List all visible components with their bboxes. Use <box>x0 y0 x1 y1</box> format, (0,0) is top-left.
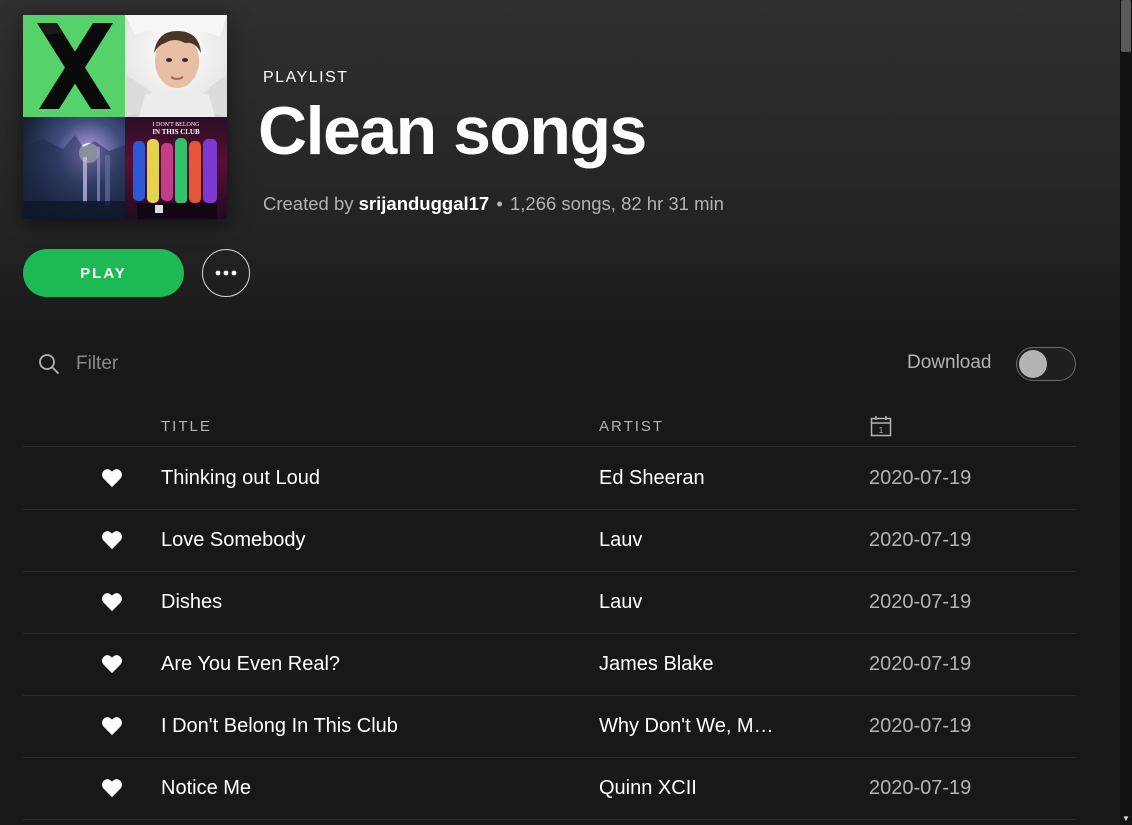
track-artist[interactable]: Quinn XCII <box>599 777 697 800</box>
artist-portrait-cover <box>125 15 227 117</box>
track-title[interactable]: Notice Me <box>161 777 251 800</box>
playlist-meta: Created by srijanduggal17 • 1,266 songs,… <box>263 193 724 215</box>
track-artist[interactable]: James Blake <box>599 653 714 676</box>
album-x-cover <box>23 15 125 117</box>
column-header-date-added[interactable]: 1 <box>870 415 892 437</box>
club-cover-text-line2: IN THIS CLUB <box>152 128 200 136</box>
search-icon <box>39 354 59 374</box>
track-row[interactable]: Thinking out Loud Ed Sheeran 2020-07-19 <box>23 448 1076 510</box>
track-date-added: 2020-07-19 <box>869 591 972 613</box>
download-toggle[interactable] <box>1016 347 1076 381</box>
owner-link[interactable]: srijanduggal17 <box>359 193 490 214</box>
track-row[interactable]: Notice Me Quinn XCII 2020-07-19 <box>23 758 1076 820</box>
scrollbar[interactable]: ▼ <box>1120 0 1132 825</box>
heart-icon[interactable] <box>101 468 123 488</box>
heart-icon[interactable] <box>101 654 123 674</box>
album-club-cover: I DON'T BELONG IN THIS CLUB <box>125 117 227 219</box>
track-date-added: 2020-07-19 <box>869 715 972 737</box>
playlist-stats: 1,266 songs, 82 hr 31 min <box>509 193 724 214</box>
heart-icon[interactable] <box>101 530 123 550</box>
album-lake-cover <box>23 117 125 219</box>
playlist-type-label: PLAYLIST <box>263 69 349 86</box>
page-title: Clean songs <box>258 93 647 169</box>
track-row[interactable]: Dishes Lauv 2020-07-19 <box>23 572 1076 634</box>
track-date-added: 2020-07-19 <box>869 777 972 799</box>
more-horizontal-icon <box>215 270 237 276</box>
download-toggle-knob <box>1019 350 1047 378</box>
track-title[interactable]: Are You Even Real? <box>161 653 340 676</box>
track-date-added: 2020-07-19 <box>869 529 972 551</box>
meta-separator: • <box>496 193 503 214</box>
play-button[interactable]: PLAY <box>23 249 184 297</box>
track-date-added: 2020-07-19 <box>869 653 972 675</box>
tracklist: Thinking out Loud Ed Sheeran 2020-07-19 … <box>23 448 1076 820</box>
filter-box[interactable] <box>38 350 276 378</box>
track-title[interactable]: Thinking out Loud <box>161 467 320 490</box>
track-title[interactable]: I Don't Belong In This Club <box>161 715 398 738</box>
heart-icon[interactable] <box>101 778 123 798</box>
filter-input[interactable] <box>76 353 276 375</box>
created-by-prefix: Created by <box>263 193 354 214</box>
playlist-page: I DON'T BELONG IN THIS CLUB PLAYLIST Cle… <box>0 0 1132 825</box>
track-title[interactable]: Dishes <box>161 591 222 614</box>
track-artist[interactable]: Why Don't We, M… <box>599 715 774 738</box>
calendar-icon: 1 <box>870 416 892 437</box>
heart-icon[interactable] <box>101 592 123 612</box>
tracklist-header: TITLE ARTIST 1 <box>23 405 1076 447</box>
track-row[interactable]: Are You Even Real? James Blake 2020-07-1… <box>23 634 1076 696</box>
download-label: Download <box>907 352 992 373</box>
scroll-down-arrow-icon[interactable]: ▼ <box>1122 815 1130 823</box>
track-row[interactable]: Love Somebody Lauv 2020-07-19 <box>23 510 1076 572</box>
calendar-icon-day: 1 <box>879 426 884 435</box>
track-artist[interactable]: Lauv <box>599 529 642 552</box>
scrollbar-thumb[interactable] <box>1121 0 1131 52</box>
track-title[interactable]: Love Somebody <box>161 529 306 552</box>
track-row[interactable]: I Don't Belong In This Club Why Don't We… <box>23 696 1076 758</box>
more-options-button[interactable] <box>202 249 250 297</box>
heart-icon[interactable] <box>101 716 123 736</box>
track-artist[interactable]: Ed Sheeran <box>599 467 705 490</box>
column-header-artist[interactable]: ARTIST <box>599 418 664 435</box>
playlist-cover: I DON'T BELONG IN THIS CLUB <box>23 15 227 219</box>
track-artist[interactable]: Lauv <box>599 591 642 614</box>
track-date-added: 2020-07-19 <box>869 467 972 489</box>
column-header-title[interactable]: TITLE <box>161 418 212 435</box>
